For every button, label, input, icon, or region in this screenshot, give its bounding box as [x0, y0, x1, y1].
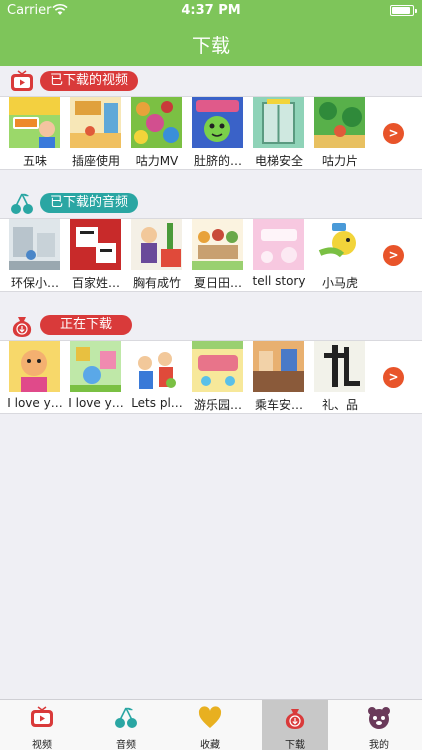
video-item[interactable]: 插座使用: [61, 97, 121, 169]
navigation-bar: Carrier 4:37 PM 下载: [0, 0, 422, 66]
audio-item[interactable]: 环保小…: [0, 219, 60, 291]
page-title: 下载: [191, 35, 230, 57]
more-downloading-button[interactable]: >: [383, 367, 404, 388]
video-item[interactable]: 电梯安全: [244, 97, 304, 169]
thumbnail: [192, 219, 243, 270]
item-caption: 游乐园…: [193, 398, 242, 412]
downloading-item[interactable]: Lets pl…: [122, 341, 183, 413]
thumbnail: [192, 97, 243, 148]
cherries-icon: [11, 193, 33, 214]
tv-icon: [11, 70, 33, 91]
audio-item[interactable]: 小马虎: [305, 219, 365, 291]
item-caption: 五味: [22, 154, 47, 168]
thumbnail: [131, 341, 182, 392]
thumbnail: [70, 97, 121, 148]
item-caption: 礼、品: [321, 398, 358, 412]
audio-item[interactable]: 夏日田…: [183, 219, 243, 291]
video-strip: 五味 插座使用 咕力MV 肚脐的… 电梯安全 咕力片 >: [0, 96, 422, 170]
download-bag-icon: [12, 317, 32, 337]
audio-item[interactable]: 百家姓…: [61, 219, 121, 291]
downloading-item[interactable]: 乘车安…: [244, 341, 304, 413]
thumbnail: [314, 341, 365, 392]
item-caption: 肚脐的…: [193, 154, 242, 168]
download-bag-icon: [285, 709, 305, 729]
tab-label: 视频: [32, 740, 52, 750]
section-header-downloading: 正在下载: [0, 311, 422, 341]
item-caption: 乘车安…: [254, 398, 303, 412]
tab-bar: 视频 音频 收藏 下载 我的: [0, 699, 422, 750]
item-caption: I love y…: [7, 396, 63, 410]
item-caption: 环保小…: [10, 276, 59, 290]
downloading-item[interactable]: I love y…: [0, 341, 63, 413]
item-caption: 插座使用: [71, 154, 120, 168]
thumbnail: [131, 97, 182, 148]
section-title-downloading: 正在下载: [40, 315, 133, 335]
audio-item[interactable]: tell story: [244, 219, 305, 291]
downloading-strip: I love y… I love y… Lets pl… 游乐园… 乘车安… 礼…: [0, 340, 422, 414]
item-caption: tell story: [252, 274, 306, 288]
tab-favorites[interactable]: 收藏: [168, 700, 252, 750]
thumbnail: [253, 341, 304, 392]
video-item[interactable]: 五味: [0, 97, 60, 169]
item-caption: 咕力片: [321, 154, 358, 168]
thumbnail: [131, 219, 182, 270]
item-caption: 咕力MV: [135, 154, 179, 168]
section-header-audio: 已下载的音频: [0, 189, 422, 219]
battery-icon: [390, 5, 417, 16]
tab-label: 下载: [285, 740, 305, 750]
tab-profile[interactable]: 我的: [337, 700, 421, 750]
item-caption: 胸有成竹: [132, 276, 181, 290]
heart-icon: [198, 706, 222, 728]
thumbnail: [314, 97, 365, 148]
thumbnail: [253, 219, 304, 270]
audio-strip: 环保小… 百家姓… 胸有成竹 夏日田… tell story 小马虎 >: [0, 218, 422, 292]
thumbnail: [9, 97, 60, 148]
tab-label: 音频: [116, 740, 136, 750]
item-caption: 百家姓…: [71, 276, 120, 290]
battery-tip: [415, 9, 417, 13]
status-bar: Carrier 4:37 PM: [0, 0, 422, 22]
audio-item[interactable]: 胸有成竹: [122, 219, 182, 291]
item-caption: 夏日田…: [193, 276, 242, 290]
thumbnail: [192, 341, 243, 392]
thumbnail: [9, 341, 60, 392]
thumbnail: [9, 219, 60, 270]
section-title-videos: 已下载的视频: [40, 71, 139, 91]
thumbnail: [70, 219, 121, 270]
downloading-item[interactable]: I love y…: [61, 341, 124, 413]
downloading-item[interactable]: 礼、品: [305, 341, 365, 413]
tab-audio[interactable]: 音频: [84, 700, 168, 750]
section-title-audio: 已下载的音频: [40, 193, 139, 213]
status-time: 4:37 PM: [181, 3, 241, 18]
thumbnail: [253, 97, 304, 148]
video-item[interactable]: 咕力MV: [122, 97, 182, 169]
tv-icon: [31, 706, 53, 727]
thumbnail: [314, 219, 365, 270]
video-item[interactable]: 肚脐的…: [183, 97, 243, 169]
section-header-videos: 已下载的视频: [0, 67, 422, 97]
item-caption: 电梯安全: [254, 154, 303, 168]
downloading-item[interactable]: 游乐园…: [183, 341, 243, 413]
item-caption: I love y…: [68, 396, 124, 410]
tab-videos[interactable]: 视频: [0, 700, 84, 750]
thumbnail: [70, 341, 121, 392]
tab-downloads[interactable]: 下载: [262, 700, 328, 750]
more-videos-button[interactable]: >: [383, 123, 404, 144]
tab-label: 我的: [369, 740, 389, 750]
item-caption: Lets pl…: [131, 396, 183, 410]
tab-label: 收藏: [200, 740, 220, 750]
more-audio-button[interactable]: >: [383, 245, 404, 266]
battery-level: [392, 7, 410, 14]
cherries-icon: [115, 707, 137, 728]
bear-face-icon: [368, 707, 390, 729]
item-caption: 小马虎: [321, 276, 358, 290]
video-item[interactable]: 咕力片: [305, 97, 365, 169]
